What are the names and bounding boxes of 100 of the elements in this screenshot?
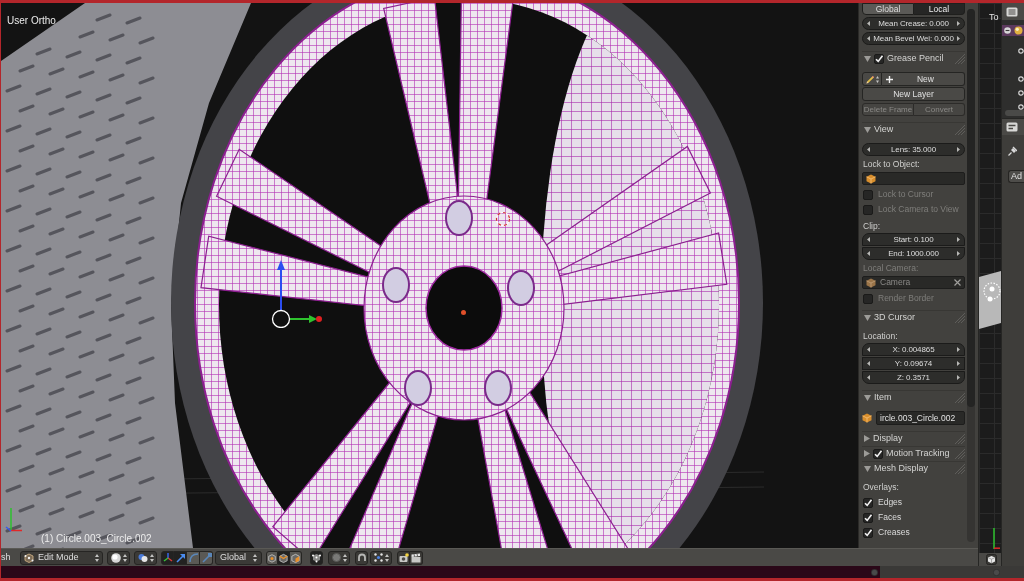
minus-circle-icon[interactable] [1004, 27, 1011, 34]
proportional-dropdown[interactable] [328, 550, 350, 565]
grip-icon[interactable] [955, 53, 965, 64]
cube-icon[interactable] [986, 554, 997, 565]
transform-gizmo-icon[interactable] [269, 258, 323, 328]
triangle-right-icon[interactable] [864, 450, 870, 457]
pivot-icon [138, 552, 148, 563]
scrollbar[interactable] [1005, 110, 1024, 116]
properties-icon[interactable] [1006, 122, 1018, 132]
scene-object-drawing [979, 270, 1001, 329]
render-animation-button[interactable] [410, 550, 423, 565]
number-field[interactable]: Z: 0.3571 [862, 371, 965, 384]
tab[interactable]: Global [862, 3, 914, 15]
arrow-left-icon[interactable] [867, 147, 870, 152]
snap-button[interactable] [355, 550, 368, 565]
checkbox[interactable] [874, 53, 884, 64]
triangle-right-icon[interactable] [864, 435, 870, 442]
panel-header[interactable]: Motion Tracking [862, 446, 965, 460]
checkbox[interactable] [863, 527, 873, 538]
axis-gizmo-icon [5, 506, 23, 532]
triangle-down-icon[interactable] [864, 314, 871, 321]
shading-dropdown[interactable] [107, 550, 130, 565]
grip-icon[interactable] [955, 463, 965, 474]
arrow-left-icon[interactable] [867, 347, 870, 352]
arrow-left-icon[interactable] [867, 361, 870, 366]
occlude-button[interactable] [310, 550, 323, 565]
new-layer-button[interactable]: New Layer [862, 87, 965, 101]
checkbox[interactable] [863, 512, 873, 523]
arrow-left-icon[interactable] [867, 237, 870, 242]
number-field[interactable]: Mean Bevel Wei: 0.000 [862, 32, 965, 45]
grip-icon[interactable] [955, 433, 965, 444]
grip-icon[interactable] [955, 448, 965, 459]
scrollbar-thumb[interactable] [967, 9, 975, 407]
arrow-right-icon[interactable] [957, 21, 960, 26]
orientation-dropdown[interactable]: Global [215, 550, 262, 565]
number-field[interactable]: Start: 0.100 [862, 233, 965, 246]
round-handle-icon[interactable] [871, 568, 878, 576]
round-handle-icon[interactable] [993, 568, 1000, 576]
checkbox-option[interactable]: Creases [862, 527, 965, 538]
grip-icon[interactable] [955, 124, 965, 135]
name-field[interactable]: ircle.003_Circle.002 [876, 411, 965, 425]
arrow-left-icon[interactable] [867, 36, 870, 41]
axes-icon [162, 552, 173, 563]
manipulator-button[interactable] [200, 550, 213, 565]
up-down-arrows-icon [875, 75, 879, 83]
panel-header[interactable]: View [862, 122, 965, 136]
triangle-down-icon[interactable] [864, 394, 871, 401]
panel-header[interactable]: Mesh Display [862, 461, 965, 475]
render-image-button[interactable] [397, 550, 410, 565]
number-field[interactable]: X: 0.004865 [862, 343, 965, 356]
list-icon[interactable] [1006, 6, 1018, 17]
arrow-right-icon[interactable] [957, 375, 960, 380]
number-field[interactable]: Mean Crease: 0.000 [862, 17, 965, 30]
number-field[interactable]: Y: 0.09674 [862, 357, 965, 370]
arrow-left-icon[interactable] [867, 375, 870, 380]
panel-header[interactable]: Grease Pencil [862, 51, 965, 65]
panel-header[interactable]: Display [862, 431, 965, 445]
arrow-right-icon[interactable] [957, 36, 960, 41]
pivot-dropdown[interactable] [134, 550, 157, 565]
field-label: Lock to Object: [862, 159, 921, 170]
arrow-right-icon[interactable] [957, 237, 960, 242]
manipulator-button[interactable] [187, 550, 200, 565]
panel-header[interactable]: 3D Cursor [862, 310, 965, 324]
triangle-down-icon[interactable] [864, 126, 871, 133]
arrow-left-icon[interactable] [867, 251, 870, 256]
new-button[interactable]: New [882, 72, 965, 86]
number-field[interactable]: Lens: 35.000 [862, 143, 965, 156]
panel-header[interactable]: Item [862, 390, 965, 404]
pencil-dropdown[interactable] [862, 72, 882, 86]
manipulator-button[interactable] [174, 550, 187, 565]
triangle-down-icon[interactable] [864, 55, 871, 62]
grip-icon[interactable] [955, 392, 965, 403]
manipulator-button[interactable] [161, 550, 174, 565]
arrow-right-icon[interactable] [957, 347, 960, 352]
arrow-right-icon[interactable] [957, 251, 960, 256]
up-down-arrows-icon [343, 553, 347, 562]
arrow-left-icon[interactable] [867, 21, 870, 26]
object-field[interactable] [862, 172, 965, 185]
add-button[interactable]: Ad [1008, 170, 1024, 183]
arrow-right-icon[interactable] [957, 147, 960, 152]
checkbox-option[interactable]: Edges [862, 497, 965, 508]
field-label: Overlays: [862, 482, 900, 493]
checkbox[interactable] [863, 497, 873, 508]
mode-dropdown[interactable]: Edit Mode [20, 550, 103, 565]
pin-icon[interactable] [1008, 146, 1017, 156]
tab[interactable]: Local [914, 3, 965, 15]
field-label: Location: [862, 331, 899, 342]
scrollbar[interactable] [967, 9, 975, 542]
arrow-right-icon[interactable] [957, 361, 960, 366]
checkbox-option[interactable]: Faces [862, 512, 965, 523]
up-down-arrows-icon [253, 553, 257, 562]
menu-item[interactable]: sh [1, 550, 13, 565]
snap-element-dropdown[interactable] [370, 550, 392, 565]
grip-icon[interactable] [955, 312, 965, 323]
number-field[interactable]: End: 1000.000 [862, 247, 965, 260]
select-mode-button[interactable] [290, 550, 302, 565]
face-select-icon [290, 551, 301, 564]
outliner-row[interactable] [1002, 25, 1024, 36]
triangle-down-icon[interactable] [864, 465, 871, 472]
checkbox[interactable] [873, 448, 883, 459]
